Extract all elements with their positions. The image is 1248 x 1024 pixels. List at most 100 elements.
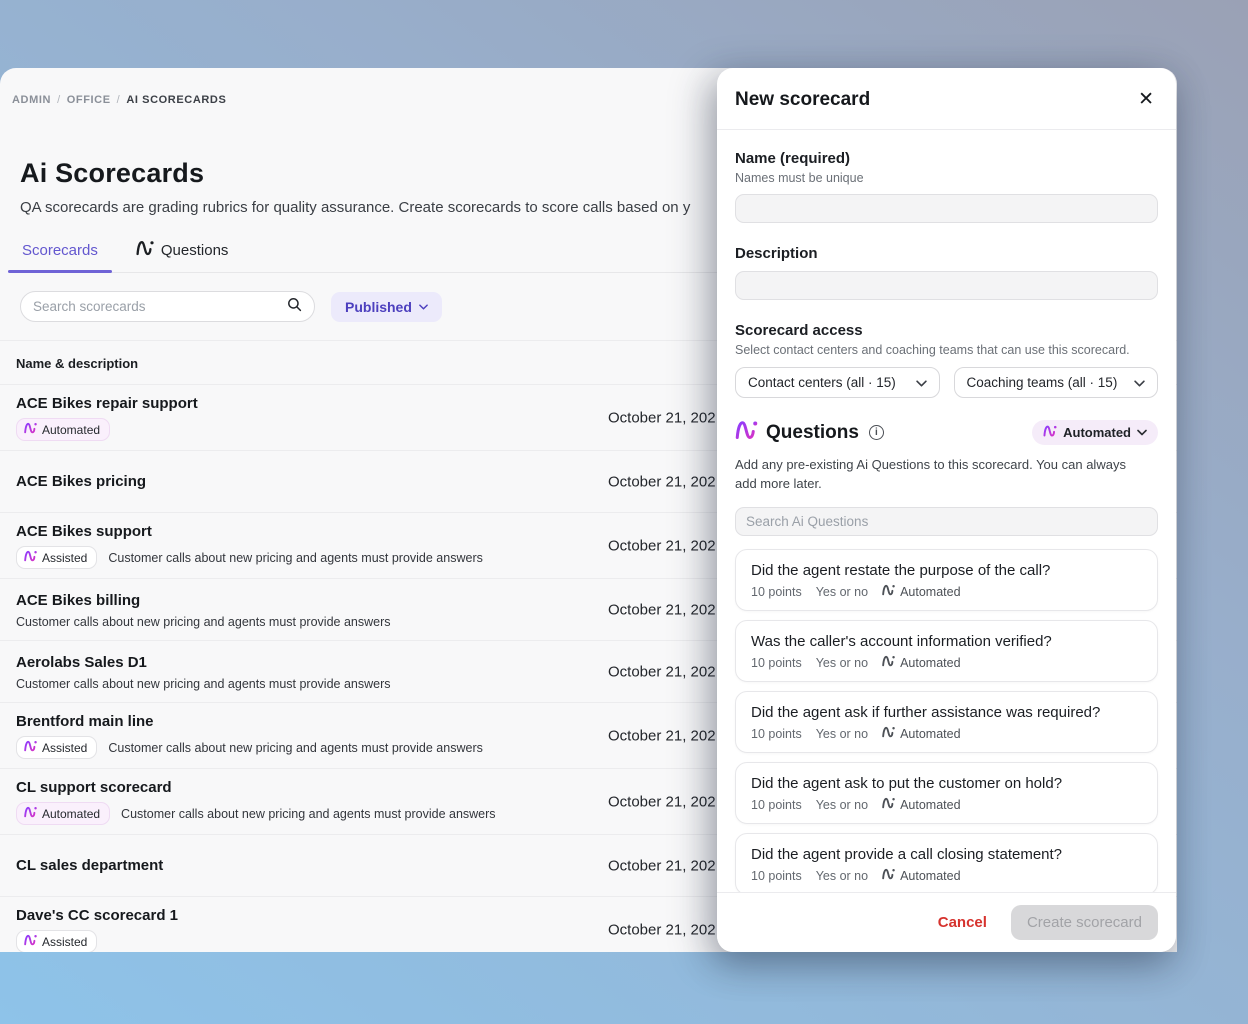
ai-icon: [882, 797, 895, 812]
ai-question-card[interactable]: Did the agent ask to put the customer on…: [735, 762, 1158, 824]
scorecard-mode-badge: Assisted: [16, 736, 97, 759]
breadcrumb-separator: /: [117, 94, 121, 106]
scorecard-date: October 21, 202: [608, 601, 716, 618]
scorecard-mode-label: Assisted: [42, 935, 87, 949]
search-scorecards-box: [20, 291, 315, 322]
new-scorecard-modal: New scorecard ✕ Name (required) Names mu…: [717, 68, 1176, 952]
scorecard-description: Customer calls about new pricing and age…: [16, 615, 391, 629]
modal-header: New scorecard ✕: [717, 68, 1176, 130]
ai-question-answer-type: Yes or no: [816, 727, 868, 741]
ai-questions-hint: Add any pre-existing Ai Questions to thi…: [735, 455, 1145, 493]
scorecard-mode-label: Automated: [42, 423, 100, 437]
scorecard-date: October 21, 202: [608, 793, 716, 810]
breadcrumb-admin[interactable]: ADMIN: [12, 94, 51, 106]
scorecard-mode-badge: Automated: [16, 802, 110, 825]
ai-questions-title: Questions: [766, 422, 859, 444]
search-ai-questions-input[interactable]: [735, 507, 1158, 536]
ai-icon: [24, 740, 37, 755]
ai-icon: [735, 420, 758, 445]
published-filter-label: Published: [345, 299, 412, 315]
ai-question-points: 10 points: [751, 798, 802, 812]
scorecard-description: Customer calls about new pricing and age…: [121, 807, 496, 821]
breadcrumb-office[interactable]: OFFICE: [67, 94, 111, 106]
questions-mode-label: Automated: [1063, 425, 1131, 440]
close-icon[interactable]: ✕: [1136, 88, 1156, 111]
scorecard-mode-label: Automated: [42, 807, 100, 821]
ai-question-points: 10 points: [751, 869, 802, 883]
ai-question-title: Did the agent restate the purpose of the…: [751, 562, 1142, 579]
ai-icon: [1043, 425, 1057, 440]
ai-question-points: 10 points: [751, 727, 802, 741]
ai-question-title: Did the agent ask if further assistance …: [751, 704, 1142, 721]
ai-question-answer-type: Yes or no: [816, 656, 868, 670]
scorecard-date: October 21, 202: [608, 857, 716, 874]
info-icon[interactable]: i: [869, 425, 884, 440]
ai-question-card[interactable]: Did the agent provide a call closing sta…: [735, 833, 1158, 892]
contact-centers-select-value: Contact centers (all · 15): [748, 375, 896, 390]
coaching-teams-select[interactable]: Coaching teams (all · 15): [954, 367, 1159, 398]
ai-question-meta: 10 points Yes or no Automated: [751, 797, 1142, 812]
scorecard-access-label: Scorecard access: [735, 322, 1158, 339]
ai-question-title: Did the agent provide a call closing sta…: [751, 846, 1142, 863]
scorecard-access-block: Scorecard access Select contact centers …: [735, 322, 1158, 398]
ai-icon: [882, 868, 895, 883]
ai-icon: [136, 240, 154, 260]
ai-question-meta: 10 points Yes or no Automated: [751, 726, 1142, 741]
ai-question-points: 10 points: [751, 585, 802, 599]
ai-question-title: Was the caller's account information ver…: [751, 633, 1142, 650]
tab-questions[interactable]: Questions: [134, 240, 231, 272]
ai-question-card[interactable]: Was the caller's account information ver…: [735, 620, 1158, 682]
ai-question-meta: 10 points Yes or no Automated: [751, 655, 1142, 670]
scorecard-mode-badge: Assisted: [16, 546, 97, 569]
ai-icon: [24, 422, 37, 437]
ai-icon: [24, 934, 37, 949]
scorecard-date: October 21, 202: [608, 409, 716, 426]
description-input[interactable]: [735, 271, 1158, 300]
ai-question-meta: 10 points Yes or no Automated: [751, 868, 1142, 883]
ai-question-mode: Automated: [900, 585, 960, 599]
ai-icon: [24, 806, 37, 821]
ai-question-answer-type: Yes or no: [816, 869, 868, 883]
name-field-label: Name (required): [735, 150, 1158, 167]
breadcrumb-separator: /: [57, 94, 61, 106]
ai-question-meta: 10 points Yes or no Automated: [751, 584, 1142, 599]
tab-questions-label: Questions: [161, 242, 229, 259]
name-field-block: Name (required) Names must be unique: [735, 150, 1158, 223]
ai-questions-list: Did the agent restate the purpose of the…: [735, 549, 1158, 892]
ai-question-mode: Automated: [900, 727, 960, 741]
ai-icon: [24, 550, 37, 565]
scorecard-date: October 21, 202: [608, 473, 716, 490]
scorecard-mode-label: Assisted: [42, 741, 87, 755]
scorecard-access-hint: Select contact centers and coaching team…: [735, 343, 1158, 357]
create-scorecard-button[interactable]: Create scorecard: [1011, 905, 1158, 940]
scorecard-mode-badge: Automated: [16, 418, 110, 441]
questions-mode-dropdown[interactable]: Automated: [1032, 420, 1158, 445]
name-input[interactable]: [735, 194, 1158, 223]
scorecard-date: October 21, 202: [608, 921, 716, 938]
ai-question-card[interactable]: Did the agent ask if further assistance …: [735, 691, 1158, 753]
cancel-button[interactable]: Cancel: [938, 914, 987, 931]
ai-question-answer-type: Yes or no: [816, 798, 868, 812]
ai-question-answer-type: Yes or no: [816, 585, 868, 599]
scorecard-description: Customer calls about new pricing and age…: [108, 551, 483, 565]
coaching-teams-select-value: Coaching teams (all · 15): [967, 375, 1118, 390]
tab-scorecards[interactable]: Scorecards: [20, 240, 100, 272]
ai-question-points: 10 points: [751, 656, 802, 670]
scorecard-date: October 21, 202: [608, 663, 716, 680]
modal-footer: Cancel Create scorecard: [717, 892, 1176, 952]
search-scorecards-input[interactable]: [33, 299, 287, 314]
name-field-hint: Names must be unique: [735, 171, 1158, 185]
published-filter[interactable]: Published: [331, 292, 442, 322]
ai-icon: [882, 655, 895, 670]
ai-question-card[interactable]: Did the agent restate the purpose of the…: [735, 549, 1158, 611]
scorecard-description: Customer calls about new pricing and age…: [108, 741, 483, 755]
breadcrumb-current: AI SCORECARDS: [126, 94, 226, 106]
contact-centers-select[interactable]: Contact centers (all · 15): [735, 367, 940, 398]
scorecard-mode-label: Assisted: [42, 551, 87, 565]
ai-question-title: Did the agent ask to put the customer on…: [751, 775, 1142, 792]
search-icon: [287, 297, 302, 317]
ai-icon: [882, 584, 895, 599]
ai-question-mode: Automated: [900, 798, 960, 812]
description-field-block: Description: [735, 245, 1158, 300]
chevron-down-icon: [1134, 375, 1145, 390]
